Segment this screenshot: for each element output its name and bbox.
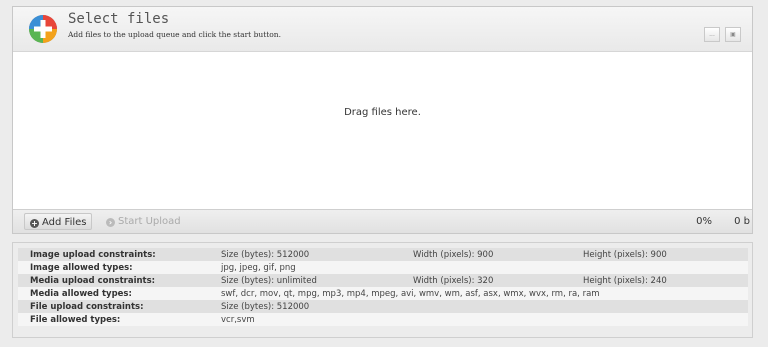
drop-zone-text: Drag files here. [344, 107, 421, 118]
constraint-label: File upload constraints: [30, 301, 144, 312]
constraint-value [401, 300, 571, 313]
table-row: Media allowed types: swf, dcr, mov, qt, … [18, 287, 748, 300]
drop-zone[interactable]: Drag files here. [13, 52, 752, 216]
constraint-value: Width (pixels): 320 [413, 275, 494, 286]
constraint-value: Size (bytes): 512000 [221, 249, 310, 260]
page-title: Select files [68, 11, 170, 27]
start-upload-label: Start Upload [118, 216, 181, 227]
constraint-value: jpg, jpeg, gif, png [221, 262, 296, 273]
table-row: File allowed types: vcr,svm [18, 313, 748, 326]
table-row: Image upload constraints: Size (bytes): … [18, 248, 748, 261]
constraint-value: vcr,svm [221, 314, 255, 325]
constraint-value: Height (pixels): 900 [583, 249, 667, 260]
constraint-label: Media allowed types: [30, 288, 132, 299]
constraint-value: Height (pixels): 240 [583, 275, 667, 286]
start-upload-button[interactable]: › Start Upload [101, 213, 186, 230]
constraint-label: File allowed types: [30, 314, 121, 325]
add-files-button[interactable]: + Add Files [24, 213, 93, 230]
plus-icon: + [30, 219, 39, 228]
view-toggle-button[interactable]: ▣ [725, 27, 741, 42]
constraint-label: Image allowed types: [30, 262, 133, 273]
table-row: Image allowed types: jpg, jpeg, gif, png [18, 261, 748, 274]
constraint-value [571, 261, 748, 274]
constraint-value: Width (pixels): 900 [413, 249, 494, 260]
constraint-label: Media upload constraints: [30, 275, 156, 286]
constraint-value: Size (bytes): 512000 [221, 301, 310, 312]
constraint-value: swf, dcr, mov, qt, mpg, mp3, mp4, mpeg, … [221, 288, 600, 299]
constraint-value [571, 300, 748, 313]
play-icon: › [106, 218, 115, 227]
upload-bytes: 0 b [734, 216, 750, 227]
constraint-value [401, 261, 571, 274]
more-button[interactable]: ... [704, 27, 720, 42]
constraint-value: Size (bytes): unlimited [221, 275, 317, 286]
upload-percent: 0% [696, 216, 712, 227]
add-files-label: Add Files [42, 217, 87, 228]
uploader-header: Select files Add files to the upload que… [13, 7, 752, 52]
add-files-logo-icon [29, 15, 57, 43]
constraint-value [571, 313, 748, 326]
table-row: File upload constraints: Size (bytes): 5… [18, 300, 748, 313]
uploader-panel: Select files Add files to the upload que… [12, 6, 753, 234]
table-row: Media upload constraints: Size (bytes): … [18, 274, 748, 287]
constraints-table: Image upload constraints: Size (bytes): … [18, 248, 748, 326]
uploader-footer: + Add Files › Start Upload 0% 0 b [13, 209, 752, 233]
constraint-value [401, 313, 571, 326]
constraint-label: Image upload constraints: [30, 249, 156, 260]
page-subtitle: Add files to the upload queue and click … [68, 30, 281, 39]
